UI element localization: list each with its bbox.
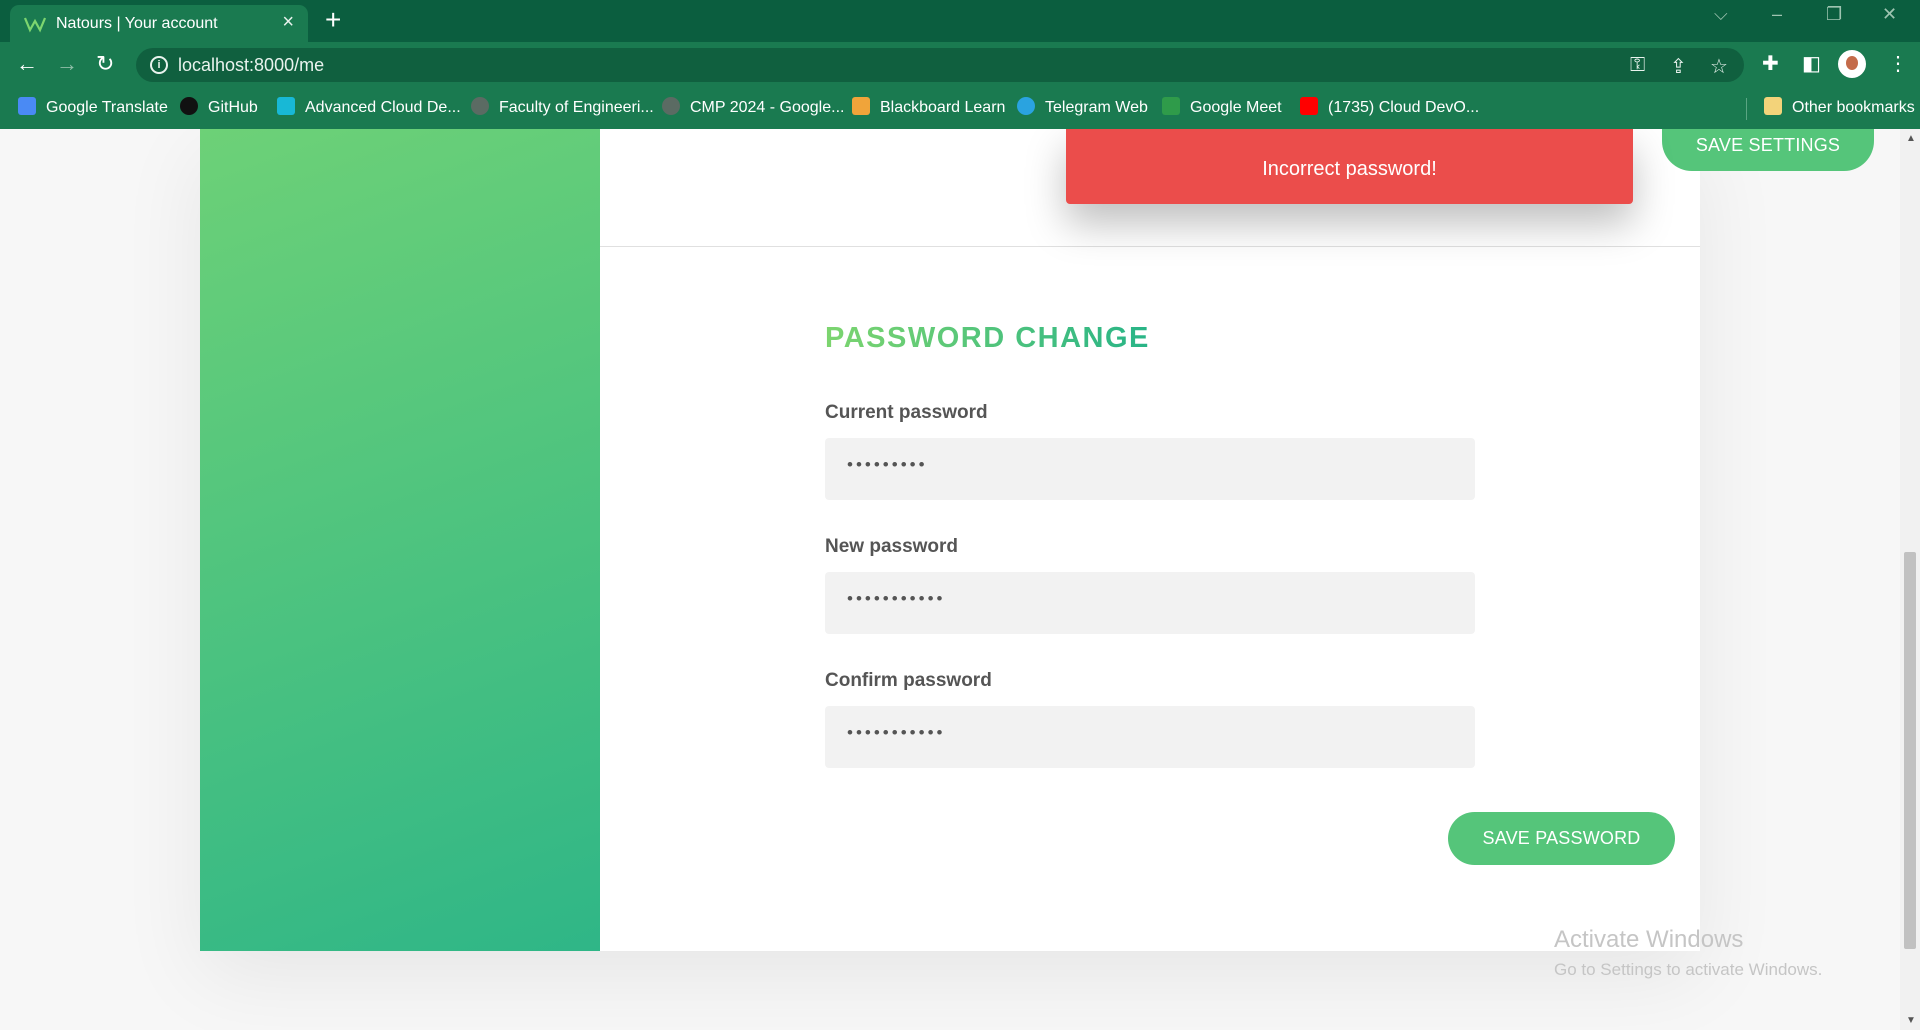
bookmark-youtube[interactable]: (1735) Cloud DevO...: [1300, 97, 1479, 117]
minimize-icon[interactable]: –: [1772, 4, 1782, 25]
bookmark-cmp-2024[interactable]: CMP 2024 - Google...: [662, 97, 844, 117]
confirm-password-label: Confirm password: [825, 670, 992, 691]
current-password-label: Current password: [825, 402, 988, 423]
globe-icon: [471, 97, 489, 115]
blackboard-icon: [852, 97, 870, 115]
current-password-value: •••••••••: [847, 455, 928, 474]
confirm-password-value: •••••••••••: [847, 723, 946, 742]
sidepanel-icon[interactable]: ◧: [1802, 51, 1821, 76]
plus-icon[interactable]: +: [325, 6, 341, 34]
extensions-icon[interactable]: ✚: [1762, 51, 1779, 76]
translate-icon: [18, 97, 36, 115]
account-content: Incorrect password! SAVE SETTINGS PASSWO…: [600, 129, 1874, 951]
menu-icon[interactable]: ⋮: [1888, 51, 1908, 76]
bookmarks-bar: Google Translate GitHub Advanced Cloud D…: [0, 88, 1920, 129]
bookmark-advanced-cloud[interactable]: Advanced Cloud De...: [277, 97, 461, 117]
telegram-icon: [1017, 97, 1035, 115]
active-tab[interactable]: Natours | Your account ×: [10, 5, 308, 42]
windows-watermark-subtitle: Go to Settings to activate Windows.: [1554, 960, 1823, 979]
current-password-field[interactable]: •••••••••: [825, 438, 1475, 500]
bookmark-blackboard[interactable]: Blackboard Learn: [852, 97, 1005, 117]
forward-icon[interactable]: →: [56, 51, 78, 77]
address-bar[interactable]: i localhost:8000/me ⚿ ⇪ ☆: [136, 48, 1744, 82]
natours-favicon-icon: [24, 17, 46, 33]
folder-icon: [1764, 97, 1782, 115]
reload-icon[interactable]: ↻: [96, 51, 114, 77]
key-icon[interactable]: ⚿: [1630, 54, 1645, 77]
new-password-field[interactable]: •••••••••••: [825, 572, 1475, 634]
password-change-heading: PASSWORD CHANGE: [825, 322, 1150, 354]
github-icon: [180, 97, 198, 115]
account-card: Incorrect password! SAVE SETTINGS PASSWO…: [200, 129, 1874, 951]
scroll-down-icon[interactable]: ▼: [1906, 1015, 1916, 1026]
scroll-thumb[interactable]: [1904, 552, 1916, 949]
close-icon[interactable]: ×: [282, 11, 294, 34]
browser-titlebar: Natours | Your account × + ⌵ – ❐ ✕: [0, 0, 1920, 42]
globe-icon: [662, 97, 680, 115]
section-divider: [600, 246, 1700, 247]
share-icon[interactable]: ⇪: [1670, 54, 1687, 79]
profile-avatar[interactable]: [1838, 50, 1866, 78]
windows-watermark-title: Activate Windows: [1554, 926, 1744, 953]
youtube-icon: [1300, 97, 1318, 115]
udacity-icon: [277, 97, 295, 115]
tab-title: Natours | Your account: [56, 15, 218, 32]
confirm-password-field[interactable]: •••••••••••: [825, 706, 1475, 768]
bookmark-google-translate[interactable]: Google Translate: [18, 97, 168, 117]
meet-icon: [1162, 97, 1180, 115]
new-password-label: New password: [825, 536, 959, 557]
browser-toolbar: ← → ↻ i localhost:8000/me ⚿ ⇪ ☆ ✚ ◧ ⋮: [0, 42, 1920, 88]
save-settings-button[interactable]: SAVE SETTINGS: [1662, 129, 1874, 171]
bookmark-faculty-engineering[interactable]: Faculty of Engineeri...: [471, 97, 654, 117]
new-password-value: •••••••••••: [847, 589, 946, 608]
bookmark-telegram[interactable]: Telegram Web: [1017, 97, 1148, 117]
other-bookmarks[interactable]: Other bookmarks: [1764, 97, 1915, 117]
error-alert: Incorrect password!: [1066, 129, 1633, 204]
page-scrollbar[interactable]: ▲ ▼: [1900, 129, 1920, 1030]
url-text[interactable]: localhost:8000/me: [178, 55, 324, 76]
window-close-icon[interactable]: ✕: [1882, 4, 1897, 25]
bookmark-google-meet[interactable]: Google Meet: [1162, 97, 1282, 117]
side-navigation: [200, 129, 600, 951]
bookmark-github[interactable]: GitHub: [180, 97, 258, 117]
star-icon[interactable]: ☆: [1710, 54, 1728, 79]
info-icon[interactable]: i: [150, 56, 168, 74]
bookmarks-divider: [1746, 98, 1747, 120]
back-icon[interactable]: ←: [16, 51, 38, 77]
scroll-up-icon[interactable]: ▲: [1906, 133, 1916, 144]
save-password-button[interactable]: SAVE PASSWORD: [1448, 812, 1675, 865]
chevron-down-icon[interactable]: ⌵: [1714, 4, 1728, 25]
page-viewport: Incorrect password! SAVE SETTINGS PASSWO…: [0, 129, 1900, 1030]
restore-icon[interactable]: ❐: [1826, 4, 1842, 25]
